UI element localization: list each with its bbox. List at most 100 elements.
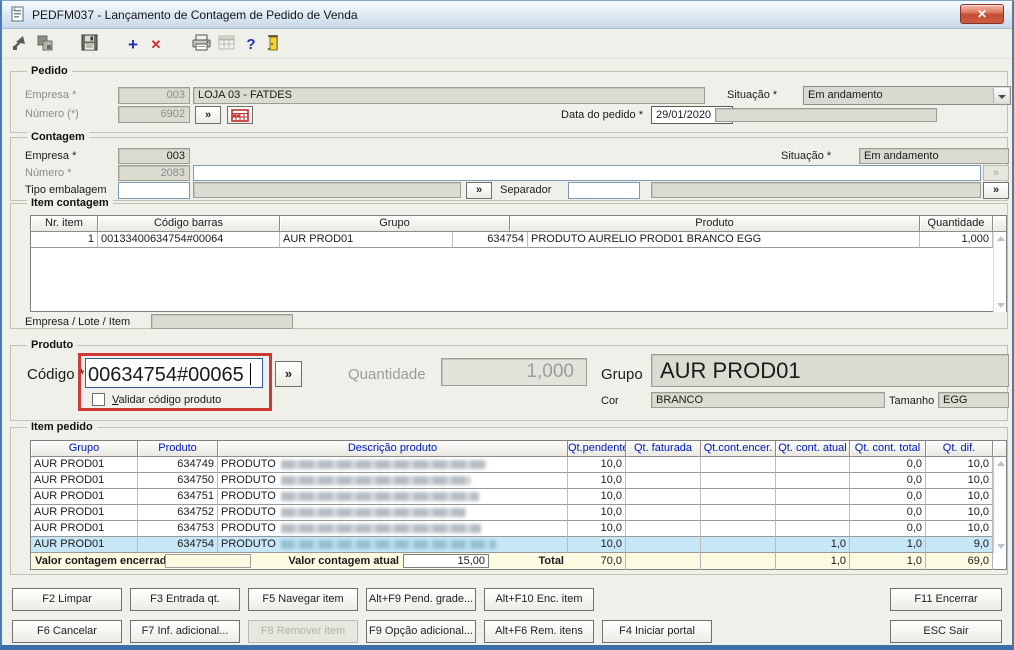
- cell-descricao: PRODUTO: [218, 521, 568, 537]
- codigo-label: Código *: [27, 366, 85, 383]
- document-icon: [10, 6, 26, 25]
- alt-f10-enc-item-button[interactable]: Alt+F10 Enc. item: [484, 588, 594, 611]
- chevron-down-icon[interactable]: [993, 88, 1009, 103]
- save-icon[interactable]: [78, 34, 100, 56]
- cell-cont-encer: [701, 489, 776, 505]
- codigo-lookup-button[interactable]: »: [275, 361, 302, 387]
- f2-limpar-button[interactable]: F2 Limpar: [12, 588, 122, 611]
- item-contagem-scrollbar[interactable]: [993, 232, 1006, 312]
- item-contagem-table: Nr. item Código barras Grupo Produto Qua…: [30, 215, 1007, 312]
- cell-grupo: AUR PROD01: [31, 521, 138, 537]
- col-produto: Produto: [138, 441, 218, 457]
- cell-quantidade: 1,000: [920, 232, 993, 248]
- col-nr-item: Nr. item: [31, 216, 98, 232]
- cell-faturada: [626, 537, 701, 553]
- pedido-numero-label: Número (*): [25, 108, 79, 120]
- cell-cont-total: 1,0: [850, 537, 926, 553]
- cell-cont-atual: [776, 521, 850, 537]
- f11-encerrar-button[interactable]: F11 Encerrar: [890, 588, 1002, 611]
- cell-pendente: 10,0: [568, 473, 626, 489]
- cell-cont-encer: [701, 521, 776, 537]
- pedido-situacao-label: Situação *: [727, 89, 777, 101]
- jump-record-icon[interactable]: [8, 34, 30, 56]
- exit-door-icon[interactable]: [262, 34, 284, 56]
- total-dif: 69,0: [926, 553, 993, 570]
- table-row[interactable]: AUR PROD01 634749 PRODUTO 10,0 0,0 10,0: [31, 457, 1006, 473]
- item-contagem-legend: Item contagem: [27, 197, 113, 209]
- cell-cont-atual: [776, 457, 850, 473]
- cell-dif: 10,0: [926, 457, 993, 473]
- cell-cont-total: 0,0: [850, 489, 926, 505]
- annotation-highlight-box: [78, 353, 272, 411]
- table-row[interactable]: AUR PROD01 634750 PRODUTO 10,0 0,0 10,0: [31, 473, 1006, 489]
- contagem-lookup-disabled-button: »: [983, 165, 1009, 181]
- separador-input[interactable]: [568, 182, 640, 199]
- table-row[interactable]: AUR PROD01 634751 PRODUTO 10,0 0,0 10,0: [31, 489, 1006, 505]
- item-pedido-group: Item pedido Grupo Produto Descrição prod…: [10, 427, 1008, 575]
- tipo-embalagem-input[interactable]: [118, 182, 190, 199]
- pedido-lookup-button[interactable]: »: [195, 106, 221, 124]
- cell-descricao: PRODUTO: [218, 505, 568, 521]
- col-descricao: Descrição produto: [218, 441, 568, 457]
- delete-icon[interactable]: ✕: [145, 34, 167, 56]
- alt-f6-rem-itens-button[interactable]: Alt+F6 Rem. itens: [484, 620, 594, 643]
- f5-navegar-item-button[interactable]: F5 Navegar item: [248, 588, 358, 611]
- cell-pendente: 10,0: [568, 489, 626, 505]
- lote-label: Empresa / Lote / Item: [25, 316, 130, 328]
- add-icon[interactable]: +: [122, 34, 144, 56]
- window-title: PEDFM037 - Lançamento de Contagem de Ped…: [32, 8, 358, 22]
- scroll-up-icon[interactable]: [997, 236, 1005, 241]
- cell-cont-atual: [776, 473, 850, 489]
- cell-produto: 634750: [138, 473, 218, 489]
- col-qt-dif: Qt. dif.: [926, 441, 993, 457]
- table-row[interactable]: AUR PROD01 634752 PRODUTO 10,0 0,0 10,0: [31, 505, 1006, 521]
- redacted-text: [281, 492, 479, 501]
- col-qt-pendente: Qt.pendente: [568, 441, 626, 457]
- cell-pendente: 10,0: [568, 521, 626, 537]
- item-contagem-row[interactable]: 1 00133400634754#00064 AUR PROD01 634754…: [31, 232, 1006, 248]
- contagem-descricao-input[interactable]: [193, 165, 981, 181]
- table-row[interactable]: AUR PROD01 634753 PRODUTO 10,0 0,0 10,0: [31, 521, 1006, 537]
- cell-descricao: PRODUTO: [218, 473, 568, 489]
- table-row-selected[interactable]: AUR PROD01 634754 PRODUTO 10,0 1,0 1,0 9…: [31, 537, 1006, 553]
- f3-entrada-qt-button[interactable]: F3 Entrada qt.: [130, 588, 240, 611]
- cell-grupo: AUR PROD01: [280, 232, 453, 248]
- f6-cancelar-button[interactable]: F6 Cancelar: [12, 620, 122, 643]
- esc-sair-button[interactable]: ESC Sair: [890, 620, 1002, 643]
- item-contagem-header: Nr. item Código barras Grupo Produto Qua…: [31, 216, 1006, 232]
- cor-label: Cor: [601, 395, 619, 407]
- scroll-up-icon[interactable]: [997, 461, 1005, 466]
- cell-nr: 1: [31, 232, 98, 248]
- pedido-calendar-button[interactable]: [227, 106, 253, 124]
- contagem-situacao-field: Em andamento: [859, 148, 1009, 164]
- pedido-legend: Pedido: [27, 65, 72, 77]
- pedido-situacao-select[interactable]: Em andamento: [803, 86, 1011, 105]
- separador-lookup-button[interactable]: »: [983, 182, 1009, 199]
- contagem-situacao-label: Situação *: [781, 150, 831, 162]
- cell-grupo: AUR PROD01: [31, 537, 138, 553]
- total-faturada: [626, 553, 701, 570]
- scroll-down-icon[interactable]: [997, 303, 1005, 308]
- cell-dif: 10,0: [926, 473, 993, 489]
- item-pedido-scrollbar[interactable]: [993, 457, 1006, 553]
- f7-inf-adicional-button[interactable]: F7 Inf. adicional...: [130, 620, 240, 643]
- total-pendente: 70,0: [568, 553, 626, 570]
- f4-iniciar-portal-button[interactable]: F4 Iniciar portal: [602, 620, 712, 643]
- print-icon[interactable]: [190, 34, 212, 56]
- alt-f9-pend-grade-button[interactable]: Alt+F9 Pend. grade...: [366, 588, 476, 611]
- tipo-embalagem-lookup-button[interactable]: »: [466, 182, 492, 199]
- scroll-down-icon[interactable]: [997, 544, 1005, 549]
- cascade-windows-icon[interactable]: [34, 34, 56, 56]
- grid-icon[interactable]: [216, 34, 238, 56]
- contagem-tipo-label: Tipo embalagem: [25, 184, 107, 196]
- toolbar: + ✕ ?: [2, 30, 1012, 59]
- col-codigo-barras: Código barras: [98, 216, 280, 232]
- close-button[interactable]: ✕: [960, 4, 1004, 24]
- contagem-legend: Contagem: [27, 131, 89, 143]
- f9-opcao-adicional-button[interactable]: F9 Opção adicional...: [366, 620, 476, 643]
- cell-descricao: PRODUTO: [218, 489, 568, 505]
- item-pedido-table: Grupo Produto Descrição produto Qt.pende…: [30, 440, 1007, 570]
- contagem-group: Contagem Empresa * 003 Situação * Em and…: [10, 137, 1008, 201]
- help-icon[interactable]: ?: [240, 34, 262, 56]
- title-bar: PEDFM037 - Lançamento de Contagem de Ped…: [2, 1, 1012, 29]
